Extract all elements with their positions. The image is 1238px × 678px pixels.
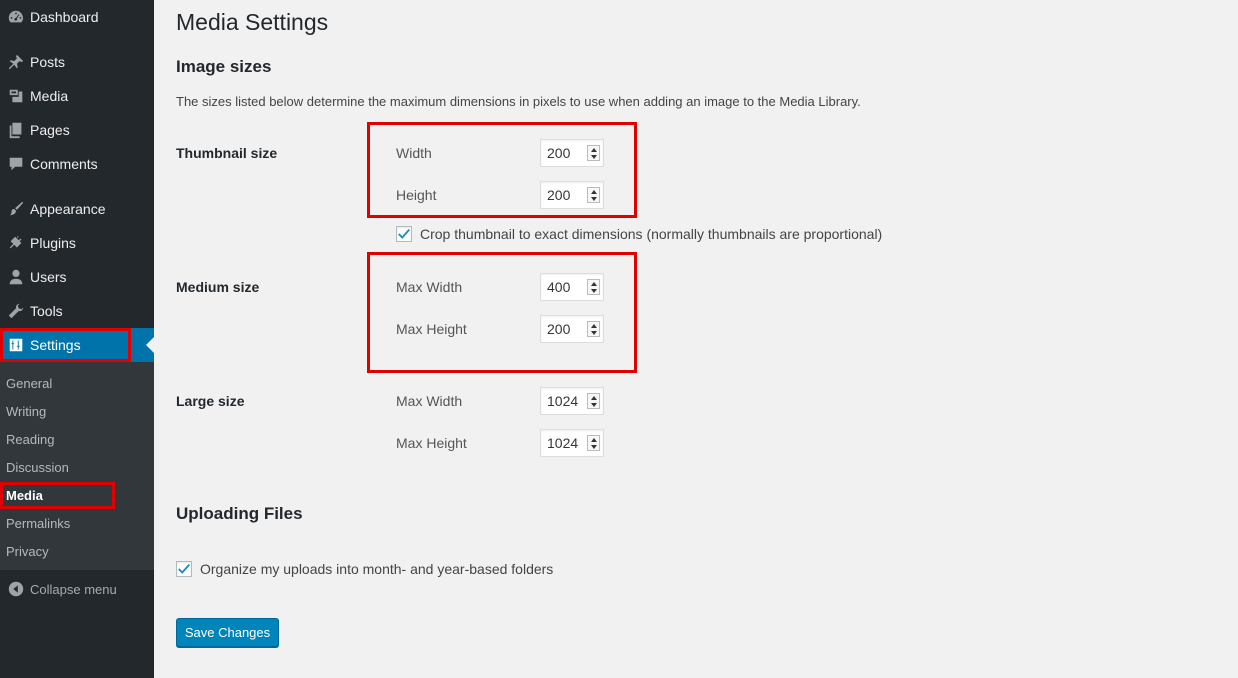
submenu-item-general[interactable]: General xyxy=(6,376,52,391)
sidebar-item-label: Comments xyxy=(30,156,98,172)
sidebar-item-label: Pages xyxy=(30,122,70,138)
large-width-value: 1024 xyxy=(547,393,579,409)
media-icon xyxy=(0,87,30,105)
thumbnail-size-label: Thumbnail size xyxy=(176,145,278,161)
large-height-input[interactable]: 1024 xyxy=(540,429,604,457)
crop-thumbnail-label: Crop thumbnail to exact dimensions (norm… xyxy=(420,226,883,242)
thumbnail-height-label: Height xyxy=(396,187,437,203)
wrench-icon xyxy=(0,302,30,320)
image-sizes-description: The sizes listed below determine the max… xyxy=(176,94,861,109)
collapse-icon xyxy=(0,580,30,598)
page-title: Media Settings xyxy=(176,9,329,35)
large-height-label: Max Height xyxy=(396,435,467,451)
sidebar-item-media[interactable]: Media xyxy=(0,79,154,113)
number-spinner[interactable] xyxy=(587,393,600,409)
submenu-item-media[interactable]: Media xyxy=(6,488,43,503)
crop-thumbnail-checkbox[interactable] xyxy=(396,226,412,242)
thumbnail-height-value: 200 xyxy=(547,187,571,203)
image-sizes-heading: Image sizes xyxy=(176,57,272,76)
highlight-box-medium xyxy=(367,252,637,373)
organize-uploads-label: Organize my uploads into month- and year… xyxy=(200,561,554,577)
sidebar-item-label: Media xyxy=(30,88,69,104)
collapse-menu-button[interactable]: Collapse menu xyxy=(0,572,154,606)
large-width-input[interactable]: 1024 xyxy=(540,387,604,415)
plugin-icon xyxy=(0,234,30,252)
sidebar-item-settings[interactable]: Settings xyxy=(0,328,154,362)
sidebar-item-appearance[interactable]: Appearance xyxy=(0,192,154,226)
sidebar-item-plugins[interactable]: Plugins xyxy=(0,226,154,260)
number-spinner[interactable] xyxy=(587,145,600,161)
checkmark-icon xyxy=(398,228,410,239)
paintbrush-icon xyxy=(0,200,30,218)
submenu-item-discussion[interactable]: Discussion xyxy=(6,460,69,475)
dashboard-icon xyxy=(0,8,30,26)
sidebar-item-users[interactable]: Users xyxy=(0,260,154,294)
sidebar-item-label: Tools xyxy=(30,303,63,319)
large-height-value: 1024 xyxy=(547,435,579,451)
settings-icon xyxy=(0,336,30,354)
sidebar-item-label: Dashboard xyxy=(30,9,99,25)
sidebar-item-posts[interactable]: Posts xyxy=(0,45,154,79)
large-size-label: Large size xyxy=(176,393,245,409)
medium-height-label: Max Height xyxy=(396,321,467,337)
uploading-files-heading: Uploading Files xyxy=(176,504,303,523)
medium-width-input[interactable]: 400 xyxy=(540,273,604,301)
thumbnail-width-input[interactable]: 200 xyxy=(540,139,604,167)
sidebar-item-comments[interactable]: Comments xyxy=(0,147,154,181)
thumbnail-width-value: 200 xyxy=(547,145,571,161)
medium-size-label: Medium size xyxy=(176,279,260,295)
medium-width-value: 400 xyxy=(547,279,571,295)
save-changes-button[interactable]: Save Changes xyxy=(176,618,279,647)
sidebar-item-pages[interactable]: Pages xyxy=(0,113,154,147)
sidebar-item-label: Users xyxy=(30,269,67,285)
submenu-item-reading[interactable]: Reading xyxy=(6,432,54,447)
checkmark-icon xyxy=(178,563,190,574)
number-spinner[interactable] xyxy=(587,187,600,203)
sidebar-item-tools[interactable]: Tools xyxy=(0,294,154,328)
sidebar-item-label: Appearance xyxy=(30,201,106,217)
medium-height-value: 200 xyxy=(547,321,571,337)
organize-uploads-checkbox[interactable] xyxy=(176,561,192,577)
submenu-item-writing[interactable]: Writing xyxy=(6,404,46,419)
medium-width-label: Max Width xyxy=(396,279,463,295)
medium-height-input[interactable]: 200 xyxy=(540,315,604,343)
submenu-item-permalinks[interactable]: Permalinks xyxy=(6,516,70,531)
submenu-item-privacy[interactable]: Privacy xyxy=(6,544,49,559)
pages-icon xyxy=(0,121,30,139)
comment-icon xyxy=(0,155,30,173)
pushpin-icon xyxy=(0,53,30,71)
collapse-menu-label: Collapse menu xyxy=(30,581,117,597)
thumbnail-height-input[interactable]: 200 xyxy=(540,181,604,209)
large-width-label: Max Width xyxy=(396,393,463,409)
current-menu-arrow xyxy=(146,337,154,353)
user-icon xyxy=(0,268,30,286)
admin-sidebar: Dashboard Posts Media Pages Comments App… xyxy=(0,0,154,678)
settings-submenu: General Writing Reading Discussion Media… xyxy=(0,362,154,570)
number-spinner[interactable] xyxy=(587,321,600,337)
sidebar-item-label: Posts xyxy=(30,54,66,70)
sidebar-item-label: Plugins xyxy=(30,235,76,251)
number-spinner[interactable] xyxy=(587,435,600,451)
thumbnail-width-label: Width xyxy=(396,145,432,161)
sidebar-item-dashboard[interactable]: Dashboard xyxy=(0,0,154,34)
number-spinner[interactable] xyxy=(587,279,600,295)
sidebar-item-label: Settings xyxy=(30,337,81,353)
